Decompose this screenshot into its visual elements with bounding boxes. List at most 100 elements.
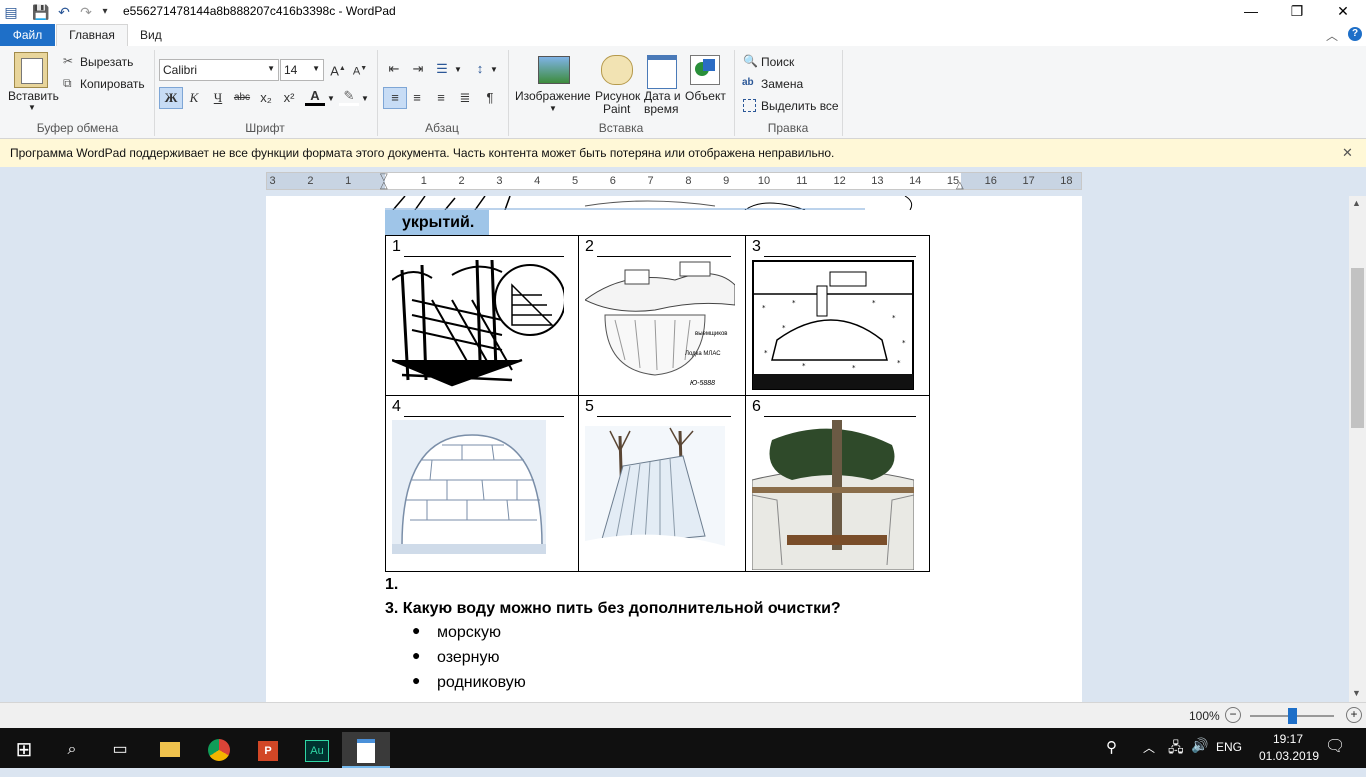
tab-file[interactable]: Файл bbox=[0, 24, 55, 46]
strikethrough-button[interactable]: abc bbox=[231, 88, 253, 108]
line-spacing-icon[interactable]: ↕ bbox=[470, 59, 490, 79]
select-all-button[interactable]: Выделить все bbox=[761, 99, 839, 113]
redo-icon[interactable]: ↷ bbox=[77, 3, 95, 21]
paste-dropdown-icon[interactable]: ▼ bbox=[28, 103, 36, 112]
replace-button[interactable]: Замена bbox=[761, 77, 803, 91]
people-icon[interactable]: ⚲ bbox=[1106, 738, 1117, 756]
paste-button[interactable]: Вставить bbox=[8, 89, 59, 103]
chrome-icon[interactable] bbox=[195, 732, 243, 768]
right-indent-marker[interactable]: △ bbox=[956, 180, 964, 191]
infobar-close-button[interactable]: ✕ bbox=[1342, 145, 1353, 161]
increase-indent-icon[interactable]: ⇥ bbox=[408, 59, 428, 79]
ruler-number: 11 bbox=[796, 175, 808, 187]
chevron-down-icon[interactable]: ▼ bbox=[327, 94, 335, 103]
cut-icon[interactable]: ✂ bbox=[63, 54, 73, 68]
align-right-icon[interactable]: ≡ bbox=[431, 88, 451, 108]
show-hidden-icons[interactable]: ︿ bbox=[1143, 739, 1155, 756]
svg-text:*: * bbox=[802, 362, 806, 370]
restore-button[interactable]: ❐ bbox=[1274, 0, 1320, 24]
cut-button[interactable]: Вырезать bbox=[80, 55, 133, 69]
minimize-button[interactable]: — bbox=[1228, 0, 1274, 24]
zoom-in-button[interactable]: + bbox=[1346, 707, 1362, 723]
subscript-button[interactable]: x₂ bbox=[256, 88, 276, 108]
image-icon[interactable] bbox=[538, 56, 570, 84]
bullet-icon: ● bbox=[412, 672, 421, 688]
collapse-ribbon-icon[interactable]: ︿ bbox=[1326, 27, 1338, 44]
start-icon[interactable]: ⊞ bbox=[0, 732, 48, 768]
find-icon[interactable]: 🔍 bbox=[743, 54, 758, 68]
chevron-down-icon[interactable]: ▼ bbox=[454, 65, 462, 74]
wordpad-taskbar-icon[interactable] bbox=[342, 732, 390, 768]
scrollbar-thumb[interactable] bbox=[1351, 268, 1364, 428]
paint-drawing-label: Paint bbox=[603, 102, 631, 116]
shrink-font-icon[interactable]: A▼ bbox=[350, 59, 370, 79]
left-indent-marker[interactable]: △ bbox=[380, 180, 388, 191]
paint-drawing-button[interactable]: Рисунок bbox=[595, 89, 640, 103]
undo-icon[interactable]: ↶ bbox=[55, 3, 73, 21]
clock-time[interactable]: 19:17 bbox=[1264, 732, 1312, 746]
chevron-down-icon[interactable]: ▼ bbox=[549, 104, 557, 113]
table-cell: 3 * * * * * * * * * * bbox=[745, 235, 930, 396]
insert-object-button[interactable]: Объект bbox=[685, 89, 726, 103]
close-button[interactable]: ✕ bbox=[1320, 0, 1366, 24]
heading-tail: укрытий. bbox=[402, 214, 475, 231]
powerpoint-icon[interactable]: P bbox=[244, 732, 292, 768]
font-color-icon[interactable]: A bbox=[305, 86, 325, 106]
help-icon[interactable]: ? bbox=[1348, 27, 1362, 41]
editing-group-label: Правка bbox=[767, 121, 809, 135]
bold-button[interactable]: Ж bbox=[159, 87, 183, 109]
input-language[interactable]: ENG bbox=[1216, 740, 1242, 754]
snow-trench-image: * * * * * * * * * * bbox=[752, 260, 914, 390]
clock-date[interactable]: 01.03.2019 bbox=[1256, 749, 1322, 763]
ruler-number: 1 bbox=[345, 175, 352, 187]
table-cell: 5 bbox=[578, 395, 746, 572]
file-explorer-icon[interactable] bbox=[146, 732, 194, 768]
ruler[interactable]: 3 2 1 1 2 3 4 5 6 7 8 9 10 11 12 13 14 15 16 17 18 ▽ △ △ bbox=[266, 172, 1082, 191]
chevron-down-icon[interactable]: ▼ bbox=[361, 94, 369, 103]
save-icon[interactable]: 💾 bbox=[32, 3, 50, 21]
underline-button[interactable]: Ч bbox=[208, 88, 228, 108]
wordpad-app-icon[interactable]: ▤ bbox=[2, 3, 20, 21]
search-icon[interactable]: ⌕ bbox=[48, 732, 96, 768]
date-time-button[interactable]: Дата и bbox=[644, 89, 681, 103]
highlight-icon[interactable]: ✎ bbox=[339, 86, 359, 106]
zoom-out-button[interactable]: − bbox=[1225, 707, 1241, 723]
separator bbox=[154, 50, 155, 136]
paint-icon[interactable] bbox=[601, 55, 633, 85]
object-icon[interactable] bbox=[690, 55, 720, 85]
scroll-down-icon[interactable]: ▼ bbox=[1352, 688, 1361, 698]
chevron-down-icon[interactable]: ▼ bbox=[490, 65, 498, 74]
replace-icon[interactable]: ab bbox=[742, 77, 754, 88]
paste-icon[interactable] bbox=[14, 52, 48, 88]
grow-font-icon[interactable]: A▲ bbox=[328, 59, 348, 79]
align-center-icon[interactable]: ≡ bbox=[407, 88, 427, 108]
font-family-select[interactable]: Calibri ▼ bbox=[159, 59, 279, 81]
notifications-icon[interactable]: 🗨 bbox=[1325, 736, 1345, 756]
chevron-down-icon: ▼ bbox=[267, 64, 275, 73]
ribbon-tabs: Файл Главная Вид ︿ ? bbox=[0, 24, 1366, 48]
copy-icon[interactable]: ⧉ bbox=[63, 76, 72, 91]
paragraph-settings-icon[interactable]: ¶ bbox=[480, 88, 500, 108]
tab-view[interactable]: Вид bbox=[140, 24, 162, 46]
copy-button[interactable]: Копировать bbox=[80, 77, 145, 91]
zoom-slider-thumb[interactable] bbox=[1288, 708, 1297, 724]
scroll-up-icon[interactable]: ▲ bbox=[1352, 198, 1361, 208]
font-size-select[interactable]: 14 ▼ bbox=[280, 59, 324, 81]
find-button[interactable]: Поиск bbox=[761, 55, 794, 69]
customize-toolbar-icon[interactable]: ▾ bbox=[96, 3, 114, 21]
task-view-icon[interactable]: ▭ bbox=[96, 732, 144, 768]
align-left-icon[interactable]: ≡ bbox=[383, 87, 407, 109]
document-page[interactable]: укрытий. 1 2 выемщиков Лодка МЛАС Ю-5888… bbox=[266, 196, 1082, 702]
italic-button[interactable]: К bbox=[184, 88, 204, 108]
calendar-icon[interactable] bbox=[647, 55, 677, 89]
bullets-icon[interactable]: ☰ bbox=[432, 59, 452, 79]
tab-home[interactable]: Главная bbox=[56, 24, 128, 48]
select-all-icon[interactable] bbox=[743, 99, 756, 112]
justify-icon[interactable]: ≣ bbox=[455, 88, 475, 108]
superscript-button[interactable]: x² bbox=[279, 88, 299, 108]
insert-image-button[interactable]: Изображение bbox=[515, 89, 591, 103]
network-icon[interactable]: 🖧 bbox=[1168, 737, 1184, 761]
volume-icon[interactable]: 🔊 bbox=[1191, 737, 1208, 754]
decrease-indent-icon[interactable]: ⇤ bbox=[384, 59, 404, 79]
audition-icon[interactable]: Au bbox=[293, 732, 341, 768]
